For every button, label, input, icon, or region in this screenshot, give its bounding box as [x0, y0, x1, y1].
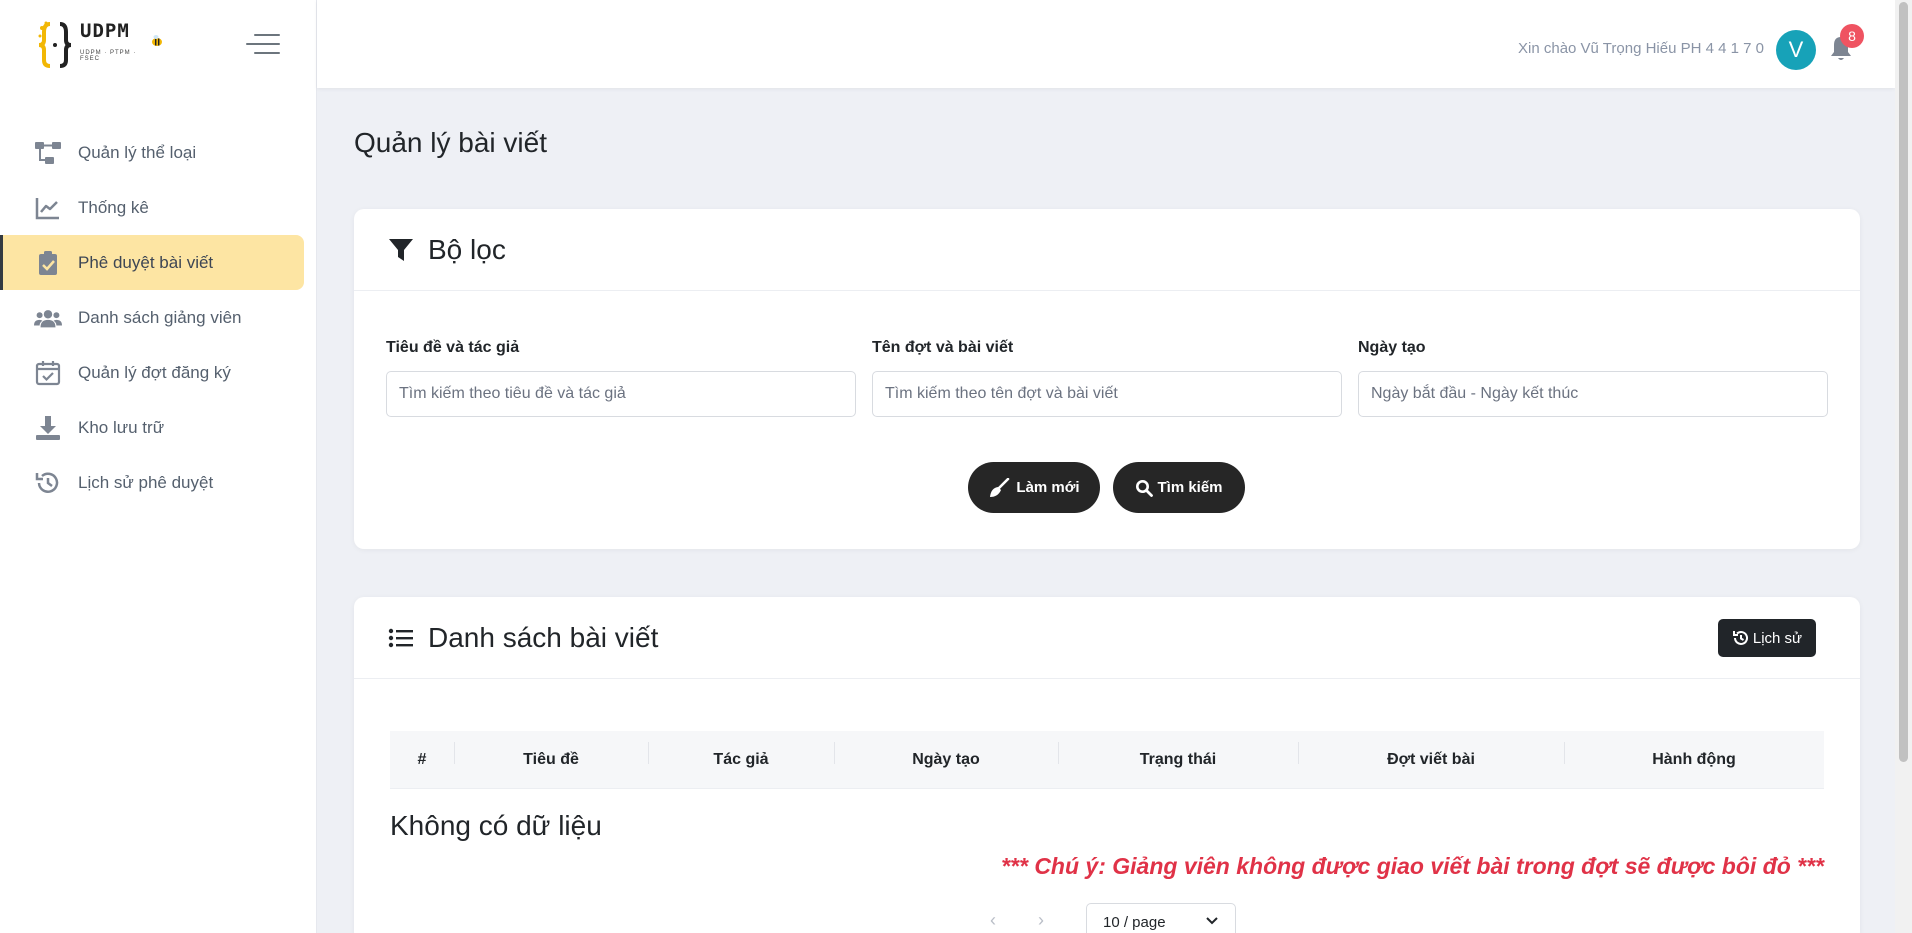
- title-author-search-input[interactable]: Tìm kiếm theo tiêu đề và tác giả: [386, 371, 856, 417]
- field-label: Tiêu đề và tác giả: [386, 339, 520, 356]
- created-date-filter: Ngày tạo Ngày bắt đầu - Ngày kết thúc: [1358, 339, 1828, 417]
- column-header: Ngày tạo: [834, 741, 1058, 769]
- post-list-card-header: Danh sách bài viết: [354, 597, 1860, 679]
- filter-card-title: Bộ lọc: [428, 233, 506, 265]
- sidebar-item-registration-periods[interactable]: Quản lý đợt đăng ký: [0, 345, 304, 400]
- brand-logo-icon: [38, 21, 72, 68]
- search-icon: [1136, 479, 1154, 497]
- empty-state-text: Không có dữ liệu: [390, 810, 602, 841]
- column-header: #: [417, 750, 427, 768]
- page-size-select[interactable]: 10 / page: [1086, 903, 1236, 933]
- bee-icon: [152, 35, 162, 46]
- history-icon: [34, 469, 62, 497]
- search-button-label: Tìm kiếm: [1157, 479, 1223, 496]
- next-page-button[interactable]: ›: [1038, 910, 1044, 931]
- clipboard-check-icon: [34, 249, 62, 277]
- hamburger-line: [254, 34, 280, 36]
- greeting-text: Xin chào Vũ Trọng Hiếu PH 4 4 1 7 0: [1518, 40, 1764, 57]
- sidebar-item-label: Quản lý thể loại: [78, 142, 197, 162]
- history-icon: [1732, 630, 1748, 645]
- prev-page-button[interactable]: ‹: [990, 910, 996, 931]
- column-header: Đợt viết bài: [1298, 741, 1564, 769]
- calendar-check-icon: [34, 359, 62, 387]
- column-header: Trạng thái: [1058, 741, 1298, 769]
- search-button[interactable]: Tìm kiếm: [1113, 462, 1245, 513]
- page-scrollbar[interactable]: [1895, 0, 1912, 933]
- hamburger-line: [246, 43, 280, 45]
- category-tree-icon: [34, 139, 62, 167]
- sidebar-nav: Quản lý thể loại Thống kê Phê duyệt bài …: [0, 125, 317, 510]
- users-icon: [34, 304, 62, 332]
- sidebar-item-label: Kho lưu trữ: [78, 417, 165, 437]
- period-post-filter: Tên đợt và bài viết Tìm kiếm theo tên đợ…: [872, 339, 1342, 417]
- post-list-title: Danh sách bài viết: [428, 621, 659, 653]
- sidebar-item-category[interactable]: Quản lý thể loại: [0, 125, 304, 180]
- field-label: Ngày tạo: [1358, 339, 1426, 356]
- list-icon: [388, 628, 413, 647]
- sidebar-item-approve-posts[interactable]: Phê duyệt bài viết: [0, 235, 304, 290]
- brand-tagline: UDPM · PTPM · FSEC: [80, 50, 137, 62]
- brand-logo[interactable]: UDPM UDPM · PTPM · FSEC: [36, 18, 162, 72]
- scrollbar-thumb[interactable]: [1899, 2, 1908, 762]
- sidebar-item-archive[interactable]: Kho lưu trữ: [0, 400, 304, 455]
- sidebar-item-approval-history[interactable]: Lịch sử phê duyệt: [0, 455, 304, 510]
- sidebar-toggle-button[interactable]: [246, 34, 280, 56]
- sidebar-item-label: Danh sách giảng viên: [78, 307, 242, 327]
- reset-button-label: Làm mới: [1016, 479, 1080, 496]
- history-button[interactable]: Lịch sử: [1718, 619, 1816, 657]
- hamburger-line: [254, 52, 280, 54]
- avatar[interactable]: V: [1776, 30, 1816, 70]
- field-label: Tên đợt và bài viết: [872, 339, 1014, 356]
- page-title: Quản lý bài viết: [354, 127, 547, 158]
- column-header: Hành động: [1564, 741, 1824, 769]
- date-range-picker[interactable]: Ngày bắt đầu - Ngày kết thúc: [1358, 371, 1828, 417]
- brand-name: UDPM: [80, 20, 130, 42]
- warning-note: *** Chú ý: Giảng viên không được giao vi…: [1001, 853, 1824, 879]
- chart-line-icon: [34, 194, 62, 222]
- post-list-card: Danh sách bài viết Lịch sử # Tiêu đề Tác…: [354, 597, 1860, 933]
- sidebar-item-lecturers[interactable]: Danh sách giảng viên: [0, 290, 304, 345]
- history-button-label: Lịch sử: [1752, 629, 1803, 647]
- table-header: # Tiêu đề Tác giả Ngày tạo Trạng thái Đợ…: [390, 731, 1824, 789]
- reset-button[interactable]: Làm mới: [968, 462, 1100, 513]
- filter-card: Bộ lọc Tiêu đề và tác giả Tìm kiếm theo …: [354, 209, 1860, 549]
- sidebar-item-label: Quản lý đợt đăng ký: [78, 362, 231, 382]
- notification-count-badge: 8: [1840, 24, 1864, 48]
- download-icon: [34, 414, 62, 442]
- filter-card-header: Bộ lọc: [354, 209, 1860, 291]
- title-author-filter: Tiêu đề và tác giả Tìm kiếm theo tiêu đề…: [386, 339, 856, 417]
- filter-icon: [389, 238, 413, 261]
- page-size-value: 10 / page: [1103, 914, 1166, 931]
- sidebar-item-statistics[interactable]: Thống kê: [0, 180, 304, 235]
- column-header: Tiêu đề: [454, 741, 648, 769]
- column-header: Tác giả: [648, 741, 834, 769]
- sidebar-item-label: Phê duyệt bài viết: [78, 252, 214, 272]
- broom-icon: [990, 477, 1010, 497]
- sidebar-item-label: Lịch sử phê duyệt: [78, 472, 214, 492]
- sidebar: UDPM UDPM · PTPM · FSEC Quản lý thể loại: [0, 0, 317, 933]
- period-post-search-input[interactable]: Tìm kiếm theo tên đợt và bài viết: [872, 371, 1342, 417]
- sidebar-item-label: Thống kê: [78, 197, 149, 217]
- chevron-down-icon: [1206, 917, 1218, 925]
